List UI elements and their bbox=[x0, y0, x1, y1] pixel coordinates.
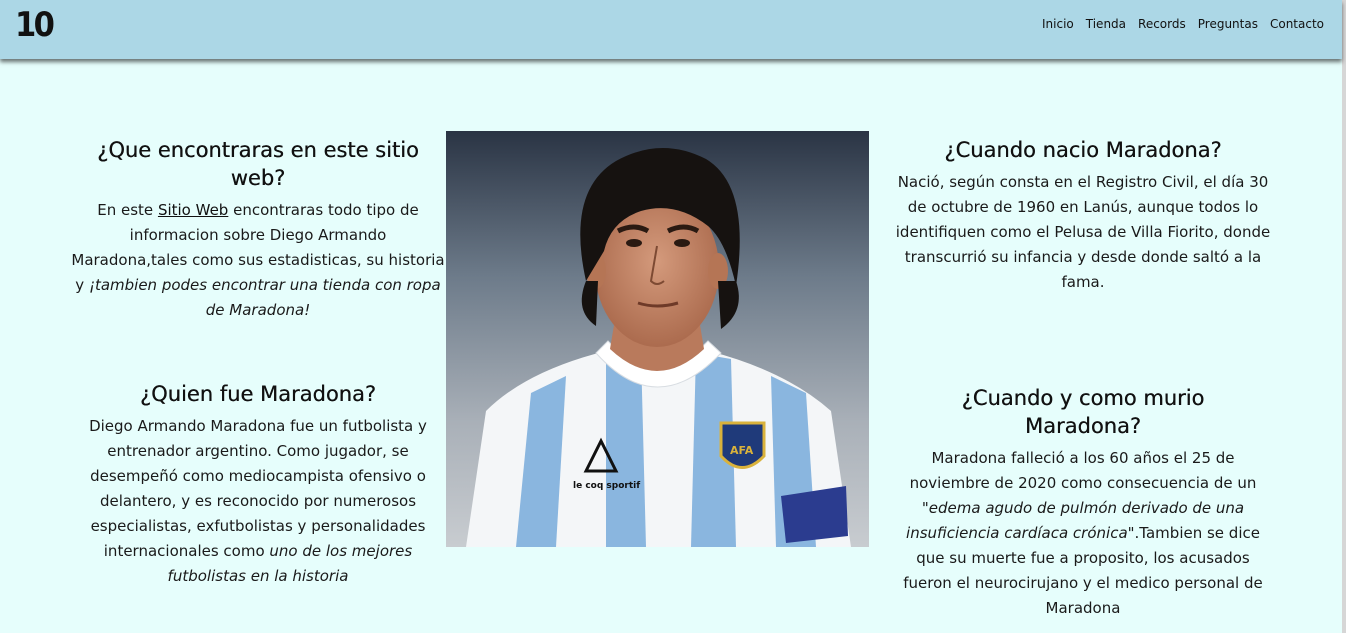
section-title: ¿Que encontraras en este sitio web? bbox=[97, 138, 419, 190]
page-scrollbar[interactable] bbox=[1342, 0, 1346, 633]
afa-badge: AFA bbox=[719, 421, 766, 469]
site-logo[interactable]: 10 bbox=[15, 5, 55, 45]
sitio-web-link[interactable]: Sitio Web bbox=[158, 201, 228, 219]
nav-contacto[interactable]: Contacto bbox=[1270, 17, 1324, 31]
section-quien-fue: ¿Quien fue Maradona? Diego Armando Marad… bbox=[70, 380, 446, 589]
section-title: ¿Quien fue Maradona? bbox=[139, 382, 376, 406]
section-cuando-murio: ¿Cuando y como murio Maradona? Maradona … bbox=[893, 384, 1273, 621]
nav-records[interactable]: Records bbox=[1138, 17, 1186, 31]
site-header: 10 Inicio Tienda Records Preguntas Conta… bbox=[0, 0, 1342, 59]
section-text: Maradona falleció a los 60 años el 25 de… bbox=[903, 449, 1263, 617]
nav-preguntas[interactable]: Preguntas bbox=[1198, 17, 1258, 31]
section-text: En este Sitio Web encontraras todo tipo … bbox=[71, 201, 445, 319]
nav-tienda[interactable]: Tienda bbox=[1086, 17, 1126, 31]
maradona-photo: le coq sportif AFA bbox=[446, 131, 869, 547]
section-title: ¿Cuando y como murio Maradona? bbox=[961, 386, 1205, 438]
section-title: ¿Cuando nacio Maradona? bbox=[944, 138, 1222, 162]
section-text: Diego Armando Maradona fue un futbolista… bbox=[89, 417, 427, 585]
section-text: Nació, según consta en el Registro Civil… bbox=[895, 173, 1271, 291]
section-que-encontraras: ¿Que encontraras en este sitio web? En e… bbox=[70, 136, 446, 323]
svg-text:AFA: AFA bbox=[730, 444, 754, 457]
nav-inicio[interactable]: Inicio bbox=[1042, 17, 1074, 31]
svg-text:le coq sportif: le coq sportif bbox=[573, 481, 640, 491]
main-nav: Inicio Tienda Records Preguntas Contacto bbox=[1042, 17, 1324, 31]
section-cuando-nacio: ¿Cuando nacio Maradona? Nació, según con… bbox=[893, 136, 1273, 295]
